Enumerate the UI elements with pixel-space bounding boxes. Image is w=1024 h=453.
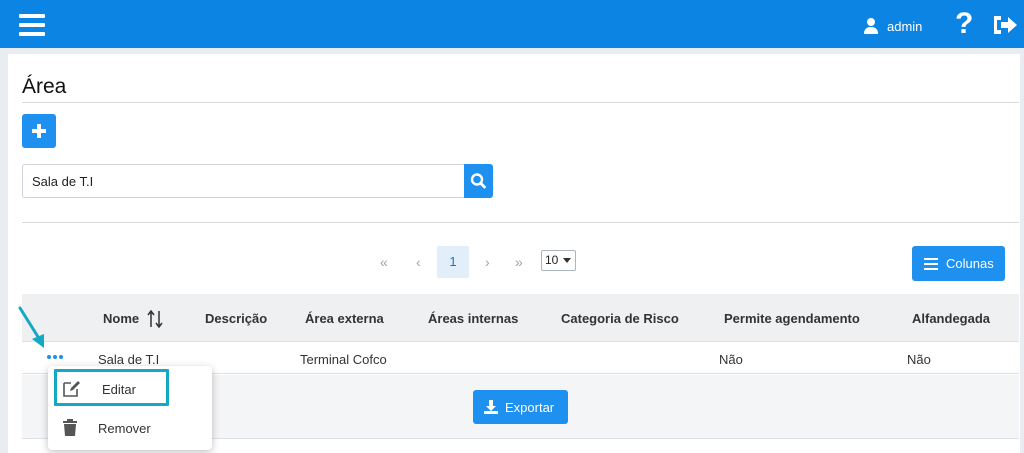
column-header-permite-agendamento[interactable]: Permite agendamento (724, 294, 860, 342)
column-header-categoria-risco[interactable]: Categoria de Risco (561, 294, 679, 342)
logout-icon[interactable] (992, 14, 1018, 36)
menu-item-edit-label: Editar (102, 382, 136, 397)
column-header-area-externa[interactable]: Área externa (305, 294, 384, 342)
download-icon (484, 400, 498, 414)
menu-item-remove[interactable]: Remover (48, 409, 212, 447)
menu-icon[interactable] (19, 14, 45, 36)
pagination-current-page[interactable]: 1 (437, 246, 469, 278)
search-input[interactable] (22, 164, 464, 198)
page-border-right (1020, 48, 1024, 453)
cell-nome: Sala de T.I (98, 352, 160, 367)
menu-item-edit[interactable]: Editar (48, 370, 212, 408)
trash-icon (63, 419, 77, 436)
page-title: Área (22, 75, 67, 98)
column-header-nome[interactable]: Nome (103, 294, 139, 342)
export-button[interactable]: Exportar (473, 390, 568, 424)
columns-button-label: Colunas (946, 256, 994, 271)
cell-alfandegada: Não (907, 352, 931, 367)
columns-button[interactable]: Colunas (912, 246, 1005, 281)
divider (22, 102, 1019, 103)
page-size-value: 10 (545, 253, 559, 267)
page-border-top (0, 48, 1024, 54)
pagination-next[interactable]: › (485, 250, 490, 274)
cell-area-externa: Terminal Cofco (300, 352, 387, 367)
sort-icon[interactable] (147, 310, 163, 328)
add-button[interactable] (22, 114, 56, 148)
page-border-left (0, 48, 8, 453)
cell-permite-agendamento: Não (719, 352, 743, 367)
column-header-descricao[interactable]: Descrição (205, 294, 267, 342)
table-header (22, 294, 1019, 342)
divider (22, 222, 1019, 223)
user-menu[interactable]: admin (863, 16, 922, 36)
page-size-select[interactable]: 10 (541, 250, 576, 271)
column-header-alfandegada[interactable]: Alfandegada (912, 294, 990, 342)
pagination-last[interactable]: » (515, 250, 523, 274)
user-icon (863, 17, 879, 35)
export-button-label: Exportar (505, 399, 555, 415)
pagination-prev[interactable]: ‹ (416, 250, 421, 274)
top-navbar: admin ? (0, 0, 1024, 48)
edit-icon (63, 381, 80, 397)
search-button[interactable] (464, 164, 493, 198)
row-actions-icon[interactable] (47, 355, 63, 360)
pagination-first[interactable]: « (380, 250, 388, 274)
search-icon (470, 173, 486, 189)
help-icon[interactable]: ? (955, 8, 973, 40)
list-icon (924, 257, 938, 270)
arrow-annotation-icon (18, 306, 44, 348)
menu-item-remove-label: Remover (98, 421, 151, 436)
row-actions-menu: Editar Remover (48, 366, 212, 450)
user-name: admin (887, 18, 923, 34)
chevron-down-icon (563, 258, 571, 263)
column-header-areas-internas[interactable]: Áreas internas (428, 294, 518, 342)
